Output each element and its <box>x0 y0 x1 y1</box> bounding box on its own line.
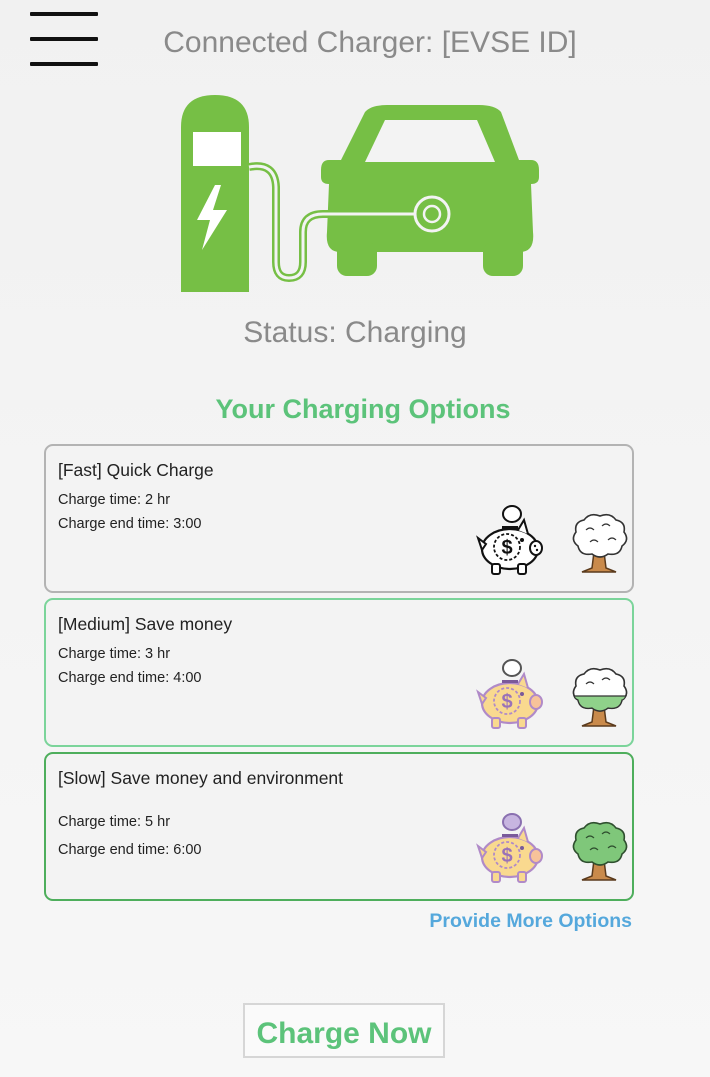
tree-partial-icon <box>572 667 628 727</box>
menu-button[interactable] <box>30 10 100 68</box>
options-heading: Your Charging Options <box>215 394 511 424</box>
charge-time: Charge time: 2 hr <box>58 492 171 508</box>
piggy-bank-filled-icon: $ <box>476 659 543 729</box>
page-title: Connected Charger: [EVSE ID] <box>163 26 577 59</box>
charge-time: Charge time: 5 hr <box>58 814 171 830</box>
svg-text:$: $ <box>501 691 512 713</box>
option-card-slow[interactable]: [Slow] Save money and environment Charge… <box>44 752 634 901</box>
provide-more-options-link[interactable]: Provide More Options <box>429 910 632 933</box>
piggy-bank-filled-icon: $ <box>476 813 543 883</box>
option-title: [Fast] Quick Charge <box>58 460 214 480</box>
option-title: [Medium] Save money <box>58 614 233 634</box>
ev-charger-car-icon <box>181 95 539 292</box>
option-card-medium[interactable]: [Medium] Save money Charge time: 3 hr Ch… <box>44 598 634 747</box>
charge-time: Charge time: 3 hr <box>58 646 171 662</box>
hamburger-menu-icon-bar <box>30 37 98 41</box>
option-title: [Slow] Save money and environment <box>58 768 344 788</box>
svg-text:$: $ <box>501 845 512 867</box>
charge-end-time: Charge end time: 4:00 <box>58 670 202 686</box>
tree-full-icon <box>572 821 628 881</box>
option-card-fast[interactable]: [Fast] Quick Charge Charge time: 2 hr Ch… <box>44 444 634 593</box>
svg-text:$: $ <box>501 537 512 559</box>
hamburger-menu-icon-bar <box>30 62 98 66</box>
charge-now-button[interactable]: Charge Now <box>243 1003 445 1058</box>
tree-empty-icon <box>572 513 628 573</box>
hamburger-menu-icon <box>30 12 98 16</box>
piggy-bank-outline-icon: $ <box>476 505 543 575</box>
charge-end-time: Charge end time: 6:00 <box>58 842 202 858</box>
charging-status: Status: Charging <box>243 316 467 349</box>
charge-end-time: Charge end time: 3:00 <box>58 516 202 532</box>
